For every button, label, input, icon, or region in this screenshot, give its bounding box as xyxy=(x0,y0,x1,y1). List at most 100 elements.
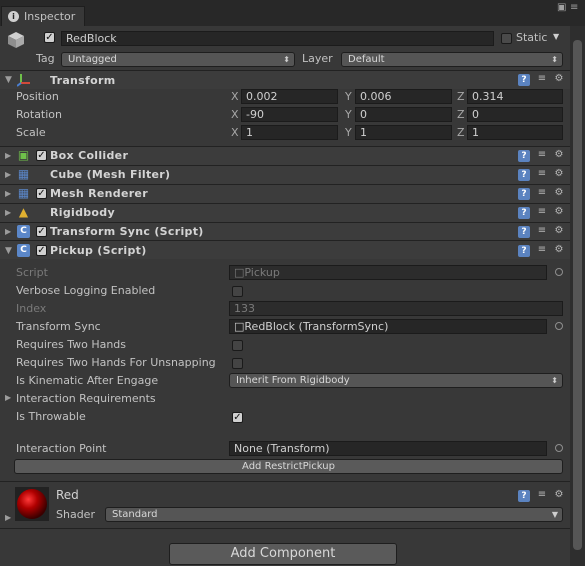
transform-z-field[interactable]: 0.314 xyxy=(467,89,563,104)
transform-row-label: Rotation xyxy=(16,108,63,121)
transform-row-label: Scale xyxy=(16,126,46,139)
fold-right-icon[interactable]: ▶ xyxy=(5,227,11,236)
transform-x-field[interactable]: -90 xyxy=(241,107,338,122)
menu-icon[interactable]: ≡ xyxy=(570,2,578,13)
help-icon[interactable]: ? xyxy=(518,207,530,219)
active-checkbox[interactable]: ✓ xyxy=(44,32,55,43)
interaction-point-field[interactable]: None (Transform) xyxy=(229,441,547,456)
scrollbar[interactable] xyxy=(570,26,585,566)
component-title: Box Collider xyxy=(50,149,129,162)
kinematic-label: Is Kinematic After Engage xyxy=(16,374,159,387)
fold-right-icon[interactable]: ▶ xyxy=(5,513,11,522)
help-icon[interactable]: ? xyxy=(518,490,530,502)
add-restrict-pickup-button[interactable]: Add RestrictPickup xyxy=(14,459,563,474)
tag-label: Tag xyxy=(36,52,55,65)
file-icon: □ xyxy=(234,320,245,333)
pickup-title: Pickup (Script) xyxy=(50,244,147,257)
help-icon[interactable]: ? xyxy=(518,188,530,200)
transform-z-field[interactable]: 0 xyxy=(467,107,563,122)
transform-sync-label: Transform Sync xyxy=(16,320,101,333)
mesh-renderer-icon: ▦ xyxy=(17,186,30,200)
fold-down-icon[interactable]: ▼ xyxy=(5,75,12,85)
gear-icon[interactable]: ⚙ xyxy=(553,225,565,237)
component-enabled-checkbox[interactable]: ✓ xyxy=(36,188,47,199)
divider xyxy=(0,528,570,529)
updown-caret-icon: ⬍ xyxy=(283,55,290,64)
object-picker-icon[interactable] xyxy=(555,322,563,330)
throwable-checkbox[interactable]: ✓ xyxy=(232,412,243,423)
component-title: Cube (Mesh Filter) xyxy=(50,168,171,181)
gear-icon[interactable]: ⚙ xyxy=(553,489,565,501)
interaction-point-label: Interaction Point xyxy=(16,442,107,455)
rigidbody-icon: ▲ xyxy=(18,205,29,219)
transform-z-field[interactable]: 1 xyxy=(467,125,563,140)
gear-icon[interactable]: ⚙ xyxy=(553,187,565,199)
fold-right-icon[interactable]: ▶ xyxy=(5,189,11,198)
fold-down-icon[interactable]: ▼ xyxy=(5,246,12,256)
two-hands-unsnap-checkbox[interactable] xyxy=(232,358,243,369)
transform-axis-icon xyxy=(17,74,30,87)
two-hands-unsnap-label: Requires Two Hands For Unsnapping xyxy=(16,356,216,369)
layer-dropdown-value: Default xyxy=(348,54,385,65)
gear-icon[interactable]: ⚙ xyxy=(553,206,565,218)
index-label: Index xyxy=(16,302,47,315)
transform-y-field[interactable]: 0.006 xyxy=(355,89,452,104)
gear-icon[interactable]: ⚙ xyxy=(553,149,565,161)
static-checkbox[interactable] xyxy=(501,33,512,44)
transform-x-field[interactable]: 1 xyxy=(241,125,338,140)
preset-icon[interactable]: ≡ xyxy=(536,149,548,161)
two-hands-checkbox[interactable] xyxy=(232,340,243,351)
tab-bar xyxy=(0,0,585,26)
preset-icon[interactable]: ≡ xyxy=(536,73,548,85)
script-field-value: Pickup xyxy=(244,266,280,279)
transform-sync-value: RedBlock (TransformSync) xyxy=(244,320,389,333)
interaction-req-label[interactable]: Interaction Requirements xyxy=(16,392,156,405)
kinematic-dropdown[interactable]: Inherit From Rigidbody ⬍ xyxy=(229,373,563,388)
fold-right-icon[interactable]: ▶ xyxy=(5,208,11,217)
preset-icon[interactable]: ≡ xyxy=(536,187,548,199)
transform-y-field[interactable]: 1 xyxy=(355,125,452,140)
object-picker-icon[interactable] xyxy=(555,444,563,452)
material-name: Red xyxy=(56,488,79,502)
axis-x-label: X xyxy=(231,126,239,139)
verbose-checkbox[interactable] xyxy=(232,286,243,297)
shader-dropdown[interactable]: Standard ▼ xyxy=(105,507,563,522)
object-picker-icon[interactable] xyxy=(555,268,563,276)
help-icon[interactable]: ? xyxy=(518,150,530,162)
gear-icon[interactable]: ⚙ xyxy=(553,244,565,256)
script-icon: C xyxy=(17,225,30,238)
preset-icon[interactable]: ≡ xyxy=(536,489,548,501)
pickup-enabled-checkbox[interactable]: ✓ xyxy=(36,245,47,256)
fold-right-icon[interactable]: ▶ xyxy=(5,151,11,160)
preset-icon[interactable]: ≡ xyxy=(536,244,548,256)
layer-dropdown[interactable]: Default ⬍ xyxy=(341,52,563,67)
transform-x-field[interactable]: 0.002 xyxy=(241,89,338,104)
lock-icon[interactable]: ▣ xyxy=(557,2,566,13)
help-icon[interactable]: ? xyxy=(518,74,530,86)
fold-right-icon[interactable]: ▶ xyxy=(5,393,11,402)
tag-dropdown[interactable]: Untagged ⬍ xyxy=(61,52,295,67)
transform-sync-field[interactable]: □RedBlock (TransformSync) xyxy=(229,319,547,334)
help-icon[interactable]: ? xyxy=(518,245,530,257)
help-icon[interactable]: ? xyxy=(518,226,530,238)
component-enabled-checkbox[interactable]: ✓ xyxy=(36,226,47,237)
gear-icon[interactable]: ⚙ xyxy=(553,73,565,85)
help-icon[interactable]: ? xyxy=(518,169,530,181)
static-dropdown-icon[interactable]: ▼ xyxy=(553,32,559,41)
add-component-button[interactable]: Add Component xyxy=(169,543,397,565)
preset-icon[interactable]: ≡ xyxy=(536,168,548,180)
tab-inspector[interactable]: i Inspector xyxy=(1,6,85,26)
axis-z-label: Z xyxy=(457,90,465,103)
preset-icon[interactable]: ≡ xyxy=(536,225,548,237)
fold-right-icon[interactable]: ▶ xyxy=(5,170,11,179)
updown-caret-icon: ⬍ xyxy=(551,55,558,64)
axis-z-label: Z xyxy=(457,108,465,121)
scrollbar-thumb[interactable] xyxy=(573,40,582,550)
file-icon: □ xyxy=(234,266,245,279)
component-enabled-checkbox[interactable]: ✓ xyxy=(36,150,47,161)
axis-x-label: X xyxy=(231,90,239,103)
preset-icon[interactable]: ≡ xyxy=(536,206,548,218)
transform-y-field[interactable]: 0 xyxy=(355,107,452,122)
gear-icon[interactable]: ⚙ xyxy=(553,168,565,180)
object-name-field[interactable]: RedBlock xyxy=(61,31,494,46)
